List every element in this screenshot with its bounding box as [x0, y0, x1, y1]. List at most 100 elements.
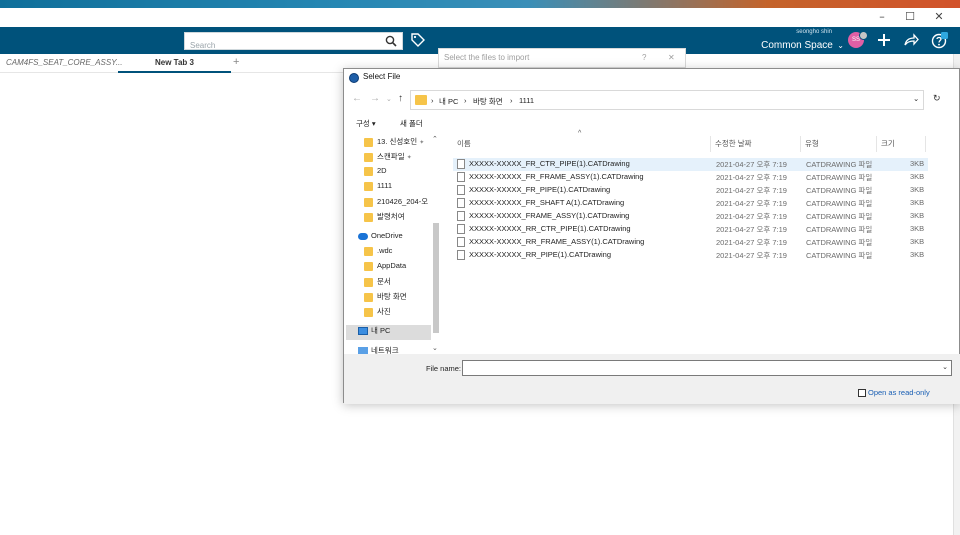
folder-icon — [364, 197, 373, 207]
new-folder-button[interactable]: 새 폴더 — [400, 118, 423, 129]
file-type: CATDRAWING 파일 — [806, 238, 873, 247]
file-type: CATDRAWING 파일 — [806, 186, 873, 195]
file-type: CATDRAWING 파일 — [806, 199, 873, 208]
column-header-date[interactable]: 수정한 날짜 — [715, 138, 752, 149]
file-type: CATDRAWING 파일 — [806, 173, 873, 182]
cloud-icon — [358, 232, 368, 240]
column-header-name[interactable]: 이름 — [457, 138, 471, 149]
recent-locations-chevron-icon[interactable]: ⌄ — [386, 95, 392, 103]
breadcrumb-my-pc[interactable]: 내 PC — [439, 96, 458, 107]
breadcrumb-separator: › — [431, 96, 434, 105]
close-icon[interactable]: ✕ — [668, 53, 675, 62]
navigation-scrollbar[interactable]: ⌃ ⌄ — [431, 133, 441, 355]
file-list: ^ 이름 수정한 날짜 유형 크기 XXXXX-XXXXX_FR_CTR_PIP… — [443, 130, 960, 354]
file-name: XXXXX-XXXXX_RR_FRAME_ASSY(1).CATDrawing — [469, 237, 645, 246]
import-dialog-title: Select the files to import — [444, 53, 530, 62]
space-name: Common Space — [761, 40, 833, 51]
file-name-combobox[interactable]: ⌄ — [462, 360, 952, 379]
forward-arrow-icon[interactable]: → — [370, 93, 380, 104]
document-icon — [457, 224, 465, 234]
document-icon — [457, 185, 465, 195]
refresh-icon[interactable]: ↻ — [933, 93, 941, 104]
file-size: 3KB — [910, 198, 925, 207]
help-icon[interactable] — [930, 31, 948, 49]
file-name-input[interactable] — [463, 364, 933, 379]
folder-icon — [364, 212, 373, 222]
tab-new-tab-3[interactable]: New Tab 3 — [118, 54, 231, 73]
search-input[interactable] — [185, 37, 375, 54]
folder-icon — [364, 181, 373, 191]
file-date: 2021-04-27 오후 7:19 — [716, 238, 787, 247]
dialog-title: Select File — [363, 72, 401, 81]
document-icon — [457, 198, 465, 208]
address-bar[interactable]: › 내 PC › 바탕 화면 › 1111 ⌄ — [410, 90, 924, 110]
breadcrumb-desktop[interactable]: 바탕 화면 — [473, 96, 503, 107]
scroll-up-icon[interactable]: ⌃ — [432, 135, 438, 143]
column-divider — [710, 136, 711, 152]
search-box — [184, 32, 403, 54]
column-divider — [800, 136, 801, 152]
file-row[interactable]: XXXXX-XXXXX_FR_SHAFT A(1).CATDrawing 2021… — [453, 197, 928, 210]
nav-item-210426[interactable]: 210426_204-오 — [364, 196, 432, 211]
document-icon — [457, 250, 465, 260]
file-type: CATDRAWING 파일 — [806, 212, 873, 221]
file-size: 3KB — [910, 211, 925, 220]
add-tab-button[interactable]: + — [233, 54, 243, 73]
address-dropdown-icon[interactable]: ⌄ — [913, 94, 919, 103]
file-type: CATDRAWING 파일 — [806, 160, 873, 169]
file-type: CATDRAWING 파일 — [806, 251, 873, 260]
file-row[interactable]: XXXXX-XXXXX_RR_PIPE(1).CATDrawing 2021-04… — [453, 249, 928, 262]
up-arrow-icon[interactable]: ↑ — [398, 93, 403, 104]
tag-icon[interactable] — [410, 32, 426, 48]
file-name: XXXXX-XXXXX_FR_SHAFT A(1).CATDrawing — [469, 198, 625, 207]
file-size: 3KB — [910, 237, 925, 246]
folder-icon — [364, 292, 373, 302]
window-titlebar: – ☐ ✕ — [0, 8, 960, 27]
folder-icon — [364, 137, 373, 147]
minimize-button[interactable]: – — [868, 9, 896, 25]
scroll-down-icon[interactable]: ⌄ — [432, 344, 438, 352]
open-read-only-label: Open as read-only — [868, 388, 930, 397]
file-row[interactable]: XXXXX-XXXXX_RR_CTR_PIPE(1).CATDrawing 202… — [453, 223, 928, 236]
maximize-button[interactable]: ☐ — [896, 9, 924, 25]
file-row[interactable]: XXXXX-XXXXX_FR_CTR_PIPE(1).CATDrawing 202… — [453, 158, 928, 171]
open-read-only-checkbox[interactable] — [858, 389, 866, 398]
file-row[interactable]: XXXXX-XXXXX_RR_FRAME_ASSY(1).CATDrawing 2… — [453, 236, 928, 249]
scrollbar-thumb[interactable] — [433, 223, 439, 333]
chevron-down-icon[interactable]: ⌄ — [942, 363, 948, 371]
file-name: XXXXX-XXXXX_FR_PIPE(1).CATDrawing — [469, 185, 611, 194]
dialog-footer: File name: ⌄ Open as read-only — [344, 354, 960, 404]
nav-item-label: 발령처여 — [377, 212, 405, 221]
back-arrow-icon[interactable]: ← — [352, 93, 362, 104]
file-name-label: File name: — [426, 364, 462, 373]
app-icon — [349, 73, 359, 83]
column-header-type[interactable]: 유형 — [805, 138, 819, 149]
organize-button[interactable]: 구성 ▾ — [356, 118, 376, 129]
share-icon[interactable] — [902, 31, 920, 49]
file-row[interactable]: XXXXX-XXXXX_FRAME_ASSY(1).CATDrawing 2021… — [453, 210, 928, 223]
file-date: 2021-04-27 오후 7:19 — [716, 186, 787, 195]
file-date: 2021-04-27 오후 7:19 — [716, 199, 787, 208]
nav-item-label: 2D — [377, 166, 387, 175]
search-icon[interactable] — [385, 35, 397, 47]
user-block[interactable]: seongho shin Common Space ⌄ — [754, 29, 844, 53]
breadcrumb-folder-1111[interactable]: 1111 — [519, 96, 534, 105]
file-row[interactable]: XXXXX-XXXXX_FR_FRAME_ASSY(1).CATDrawing 2… — [453, 171, 928, 184]
file-row[interactable]: XXXXX-XXXXX_FR_PIPE(1).CATDrawing 2021-04… — [453, 184, 928, 197]
command-bar: 구성 ▾ 새 폴더 — [344, 114, 960, 132]
document-icon — [457, 172, 465, 182]
pin-icon: ✦ — [419, 140, 425, 146]
nav-item-my-pc[interactable]: 내 PC — [346, 325, 431, 340]
plus-icon[interactable] — [875, 31, 893, 49]
nav-item-label: OneDrive — [371, 231, 403, 240]
import-files-dialog: Select the files to import ? ✕ — [438, 48, 686, 68]
column-header-size[interactable]: 크기 — [881, 138, 895, 149]
avatar-status-badge — [859, 31, 868, 40]
select-file-dialog: Select File ← → ⌄ ↑ › 내 PC › 바탕 화면 › 111… — [343, 68, 960, 404]
open-read-only-option[interactable]: Open as read-only — [858, 388, 930, 398]
file-size: 3KB — [910, 172, 925, 181]
navigation-row: ← → ⌄ ↑ › 내 PC › 바탕 화면 › 1111 ⌄ ↻ — [344, 89, 960, 111]
tab-cam4fs-seat-core-assy[interactable]: CAM4FS_SEAT_CORE_ASSY... — [6, 54, 123, 73]
close-button[interactable]: ✕ — [925, 9, 953, 25]
help-icon[interactable]: ? — [642, 53, 646, 62]
